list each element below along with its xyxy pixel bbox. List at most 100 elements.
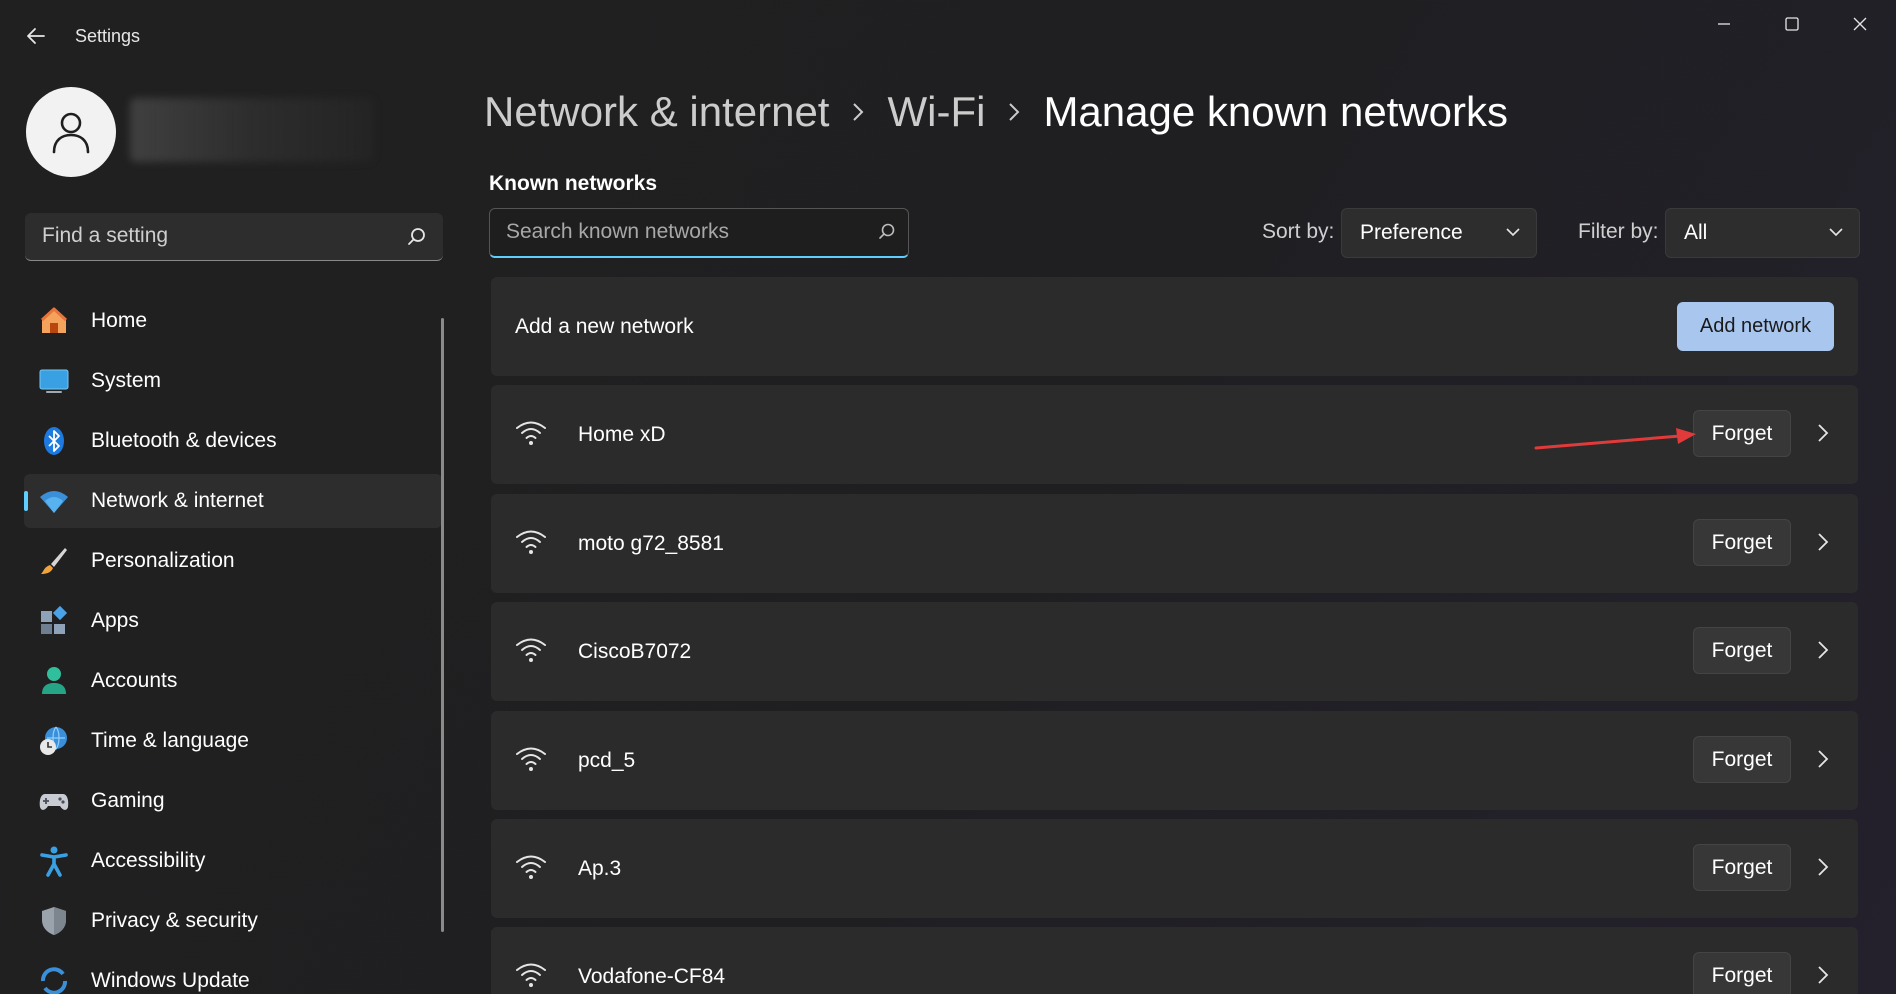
accessibility-icon [38,845,70,877]
chevron-right-icon[interactable] [1817,532,1829,552]
chevron-right-icon[interactable] [1817,857,1829,877]
apps-icon [38,605,70,637]
avatar[interactable] [26,87,116,177]
home-icon [38,305,70,337]
find-setting-input[interactable] [25,213,385,259]
sort-by-value: Preference [1360,221,1463,244]
sidebar-item-label: System [91,369,162,392]
chevron-right-icon[interactable] [1817,640,1829,660]
sidebar-item-label: Bluetooth & devices [91,429,277,452]
sidebar-item-apps[interactable]: Apps [24,594,442,648]
search-icon[interactable] [407,227,427,247]
network-row[interactable]: pcd_5 Forget [491,711,1858,810]
chevron-right-icon [1007,101,1021,123]
brush-icon [38,545,70,577]
filter-by-dropdown[interactable]: All [1665,208,1860,258]
sort-by-label: Sort by: [1262,220,1335,243]
sidebar-item-label: Gaming [91,789,165,812]
sort-by-dropdown[interactable]: Preference [1341,208,1537,258]
maximize-button[interactable] [1764,8,1820,40]
network-row[interactable]: Ap.3 Forget [491,819,1858,918]
title-bar: Settings [0,0,1896,72]
page-title: Manage known networks [1043,88,1509,135]
search-known-networks-box [489,208,909,258]
annotation-arrow-icon [1534,428,1696,450]
minimize-button[interactable] [1696,8,1752,40]
network-name: Ap.3 [578,857,622,880]
chevron-right-icon [851,101,865,123]
profile-name-redacted [130,98,374,162]
breadcrumb-wifi[interactable]: Wi-Fi [887,88,985,136]
network-name: CiscoB7072 [578,640,692,663]
gamepad-icon [38,785,70,817]
account-icon [38,665,70,697]
forget-button[interactable]: Forget [1693,736,1791,783]
sidebar-item-label: Home [91,309,148,332]
wifi-signal-icon [516,638,546,662]
chevron-down-icon [1829,228,1843,237]
network-name: moto g72_8581 [578,532,724,555]
breadcrumb-network[interactable]: Network & internet [484,88,829,136]
network-row[interactable]: CiscoB7072 Forget [491,602,1858,701]
sidebar-item-label: Network & internet [91,489,264,512]
chevron-right-icon[interactable] [1817,965,1829,985]
minimize-icon [1718,23,1730,25]
sidebar-item-bluetooth[interactable]: Bluetooth & devices [24,414,442,468]
network-row[interactable]: Vodafone-CF84 Forget [491,927,1858,994]
wifi-signal-icon [516,747,546,771]
clock-globe-icon [38,725,70,757]
sidebar-item-gaming[interactable]: Gaming [24,774,442,828]
person-icon [52,112,90,154]
sidebar-scrollbar[interactable] [441,318,444,932]
sidebar-item-label: Windows Update [91,969,250,992]
close-icon [1853,17,1867,31]
wifi-signal-icon [516,421,546,445]
app-title: Settings [75,26,141,46]
wifi-signal-icon [516,530,546,554]
sidebar-item-system[interactable]: System [24,354,442,408]
sidebar-item-label: Apps [91,609,139,632]
forget-button[interactable]: Forget [1693,952,1791,994]
network-name: Vodafone-CF84 [578,965,726,988]
sidebar-item-accessibility[interactable]: Accessibility [24,834,442,888]
chevron-right-icon[interactable] [1817,423,1829,443]
find-setting-box [25,213,443,261]
add-network-card: Add a new network Add network [491,277,1858,376]
search-icon[interactable] [878,223,896,241]
system-icon [38,365,70,397]
breadcrumb: Network & internet Wi-Fi Manage known ne… [484,86,1508,138]
sidebar-item-personalization[interactable]: Personalization [24,534,442,588]
sidebar-item-network[interactable]: Network & internet [24,474,442,528]
sidebar-item-label: Time & language [91,729,249,752]
add-network-button[interactable]: Add network [1677,302,1834,351]
filter-by-value: All [1684,221,1708,244]
sidebar-item-home[interactable]: Home [24,294,442,348]
sidebar-item-accounts[interactable]: Accounts [24,654,442,708]
close-button[interactable] [1832,8,1888,40]
forget-button[interactable]: Forget [1693,519,1791,566]
wifi-signal-icon [516,963,546,987]
sidebar-item-windows-update[interactable]: Windows Update [24,954,442,994]
forget-button[interactable]: Forget [1693,627,1791,674]
bluetooth-icon [38,425,70,457]
filter-by-label: Filter by: [1578,220,1659,243]
sidebar-item-time-language[interactable]: Time & language [24,714,442,768]
network-name: Home xD [578,423,666,446]
sidebar-item-label: Personalization [91,549,235,572]
forget-button[interactable]: Forget [1693,844,1791,891]
search-known-networks-input[interactable] [490,209,860,255]
back-arrow-icon [27,28,45,44]
wifi-signal-icon [516,855,546,879]
sidebar-item-label: Privacy & security [91,909,258,932]
sidebar-item-privacy[interactable]: Privacy & security [24,894,442,948]
forget-button[interactable]: Forget [1693,410,1791,457]
shield-icon [38,905,70,937]
network-name: pcd_5 [578,749,636,772]
back-button[interactable] [18,20,54,52]
chevron-right-icon[interactable] [1817,749,1829,769]
chevron-down-icon [1506,228,1520,237]
network-row[interactable]: moto g72_8581 Forget [491,494,1858,593]
update-icon [38,965,70,994]
sidebar-item-label: Accessibility [91,849,206,872]
sidebar-item-label: Accounts [91,669,178,692]
